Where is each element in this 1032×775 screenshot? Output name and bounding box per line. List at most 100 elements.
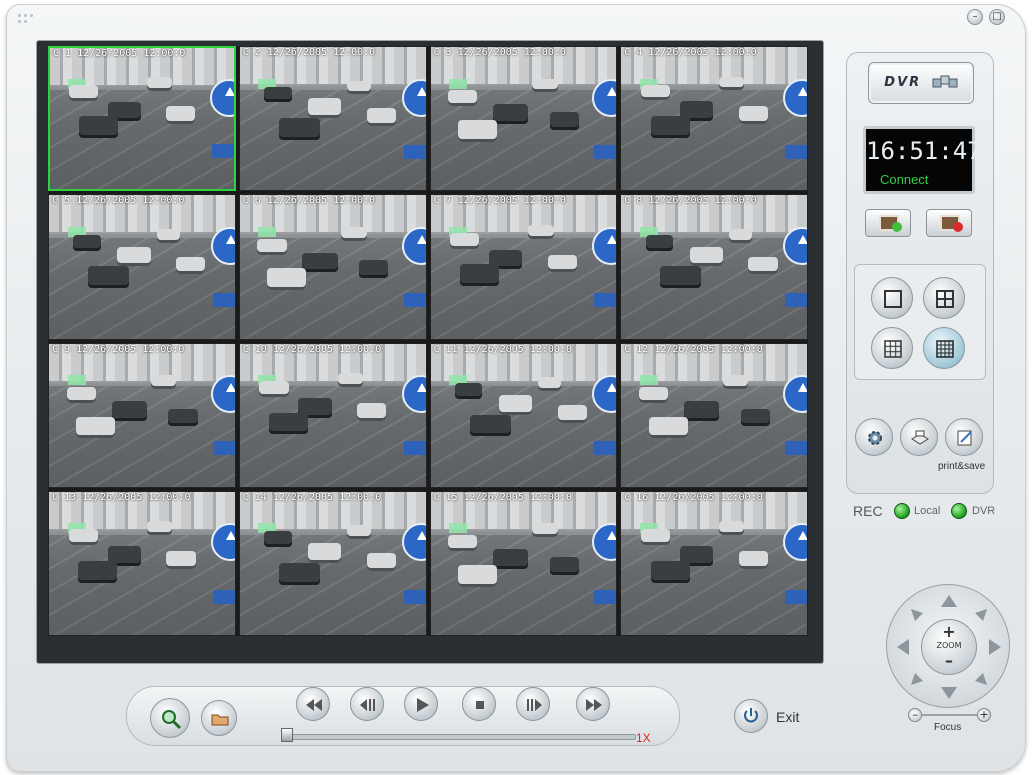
green-sign <box>67 375 86 385</box>
slider-thumb[interactable] <box>281 728 293 742</box>
connection-status: Connect <box>880 172 929 187</box>
camera-tile[interactable]: C 12 12/26/2005 12:00:0 <box>620 342 808 488</box>
focus-label: Focus <box>934 722 962 733</box>
camera-tile[interactable]: C 9 12/26/2005 12:00:0 <box>48 342 236 488</box>
step-forward-icon <box>527 699 542 711</box>
fast-forward-icon <box>586 699 602 711</box>
play-button[interactable] <box>404 687 438 721</box>
camera-tile[interactable]: C 14 12/26/2005 12:00:0 <box>238 490 427 636</box>
search-button[interactable] <box>150 698 190 738</box>
camera-timestamp: C 13 12/26/2005 12:00:0 <box>52 491 191 503</box>
car-shape <box>69 85 99 101</box>
car-shape <box>640 84 671 101</box>
camera-tile[interactable]: C 16 12/26/2005 12:00:0 <box>620 490 808 636</box>
camera-tile[interactable]: C 3 12/26/2005 12:00:0 <box>429 46 618 192</box>
car-shape <box>347 525 371 540</box>
zoom-control[interactable]: + ZOOM – <box>921 619 977 675</box>
disconnect-button[interactable] <box>926 209 972 237</box>
camera-tile[interactable]: C 13 12/26/2005 12:00:0 <box>48 490 236 636</box>
road-background <box>621 534 808 635</box>
car-shape <box>278 562 320 585</box>
layout-1x1-button[interactable] <box>871 277 913 319</box>
minimize-button[interactable]: – <box>967 9 983 25</box>
car-shape <box>738 106 768 125</box>
camera-tile[interactable]: C 11 12/26/2005 12:00:0 <box>429 342 618 488</box>
road-plate <box>211 144 234 159</box>
car-shape <box>111 400 147 421</box>
car-shape <box>493 104 529 125</box>
zoom-out-button[interactable]: – <box>922 651 976 670</box>
camera-tile[interactable]: C 10 12/26/2005 12:00:0 <box>238 342 427 488</box>
window-grip-icon[interactable] <box>18 14 40 32</box>
focus-slider[interactable] <box>918 714 982 716</box>
car-shape <box>76 416 116 439</box>
camera-timestamp: C 11 12/26/2005 12:00:0 <box>433 343 572 355</box>
focus-minus-button[interactable]: – <box>908 708 922 722</box>
step-forward-button[interactable] <box>516 687 550 721</box>
car-shape <box>454 383 483 399</box>
camera-tile[interactable]: C 15 12/26/2005 12:00:0 <box>429 490 618 636</box>
road-plate <box>594 441 617 456</box>
settings-button[interactable] <box>855 418 893 456</box>
car-shape <box>457 564 497 587</box>
camera-tile[interactable]: C 1 12/26/2005 12:00:0 <box>48 46 236 192</box>
car-shape <box>722 375 749 389</box>
green-sign <box>639 375 658 385</box>
dvr-button[interactable]: DVR <box>868 62 974 104</box>
camera-tile[interactable]: C 7 12/26/2005 12:00:0 <box>429 194 618 340</box>
road-plate <box>403 441 426 456</box>
layout-4x4-button[interactable] <box>923 327 965 369</box>
car-shape <box>264 531 292 548</box>
pan-down-left-arrow <box>911 673 923 685</box>
camera-tile[interactable]: C 4 12/26/2005 12:00:0 <box>620 46 808 192</box>
camera-timestamp: C 15 12/26/2005 12:00:0 <box>433 491 572 503</box>
car-shape <box>73 234 101 251</box>
quad-view-icon <box>936 290 954 308</box>
fast-forward-button[interactable] <box>576 687 610 721</box>
zoom-label: ZOOM <box>936 641 962 650</box>
print-button[interactable] <box>900 418 938 456</box>
camera-tile[interactable]: C 2 12/26/2005 12:00:0 <box>238 46 427 192</box>
fast-rewind-button[interactable] <box>296 687 330 721</box>
camera-tile[interactable]: C 5 12/26/2005 12:00:0 <box>48 194 236 340</box>
playback-position-slider[interactable] <box>284 734 636 740</box>
car-shape <box>547 254 578 273</box>
car-shape <box>88 266 130 289</box>
camera-timestamp: C 10 12/26/2005 12:00:0 <box>242 343 382 355</box>
single-view-icon <box>884 290 902 308</box>
network-icon <box>932 75 958 87</box>
save-button[interactable] <box>945 418 983 456</box>
ptz-control: + ZOOM – <box>886 584 1010 708</box>
exit-button[interactable] <box>734 699 768 733</box>
step-back-button[interactable] <box>350 687 384 721</box>
car-shape <box>650 560 690 583</box>
road-plate <box>212 441 235 456</box>
dvr-rec-led-icon <box>951 503 967 519</box>
car-shape <box>66 386 96 403</box>
camera-tile[interactable]: C 6 12/26/2005 12:00:0 <box>238 194 427 340</box>
pan-down-right-arrow <box>975 673 987 685</box>
local-rec-led-icon <box>894 503 910 519</box>
car-shape <box>146 521 173 536</box>
focus-plus-button[interactable]: + <box>977 708 991 722</box>
car-shape <box>648 416 688 439</box>
car-shape <box>448 535 478 552</box>
layout-3x3-button[interactable] <box>871 327 913 369</box>
car-shape <box>78 560 118 583</box>
car-shape <box>469 414 511 437</box>
maximize-button[interactable]: □ <box>989 9 1005 25</box>
camera-timestamp: C 9 12/26/2005 12:00:0 <box>52 343 185 355</box>
zoom-in-button[interactable]: + <box>922 622 976 641</box>
camera-tile[interactable]: C 8 12/26/2005 12:00:0 <box>620 194 808 340</box>
car-shape <box>532 523 558 538</box>
dvr-button-label: DVR <box>884 75 922 90</box>
road-plate <box>785 144 807 159</box>
layout-2x2-button[interactable] <box>923 277 965 319</box>
stop-button[interactable] <box>462 687 496 721</box>
car-shape <box>337 373 363 387</box>
connect-button[interactable] <box>865 209 911 237</box>
car-shape <box>748 256 778 275</box>
open-file-button[interactable] <box>201 700 237 736</box>
car-shape <box>150 375 177 389</box>
direction-sign-icon <box>592 78 617 117</box>
